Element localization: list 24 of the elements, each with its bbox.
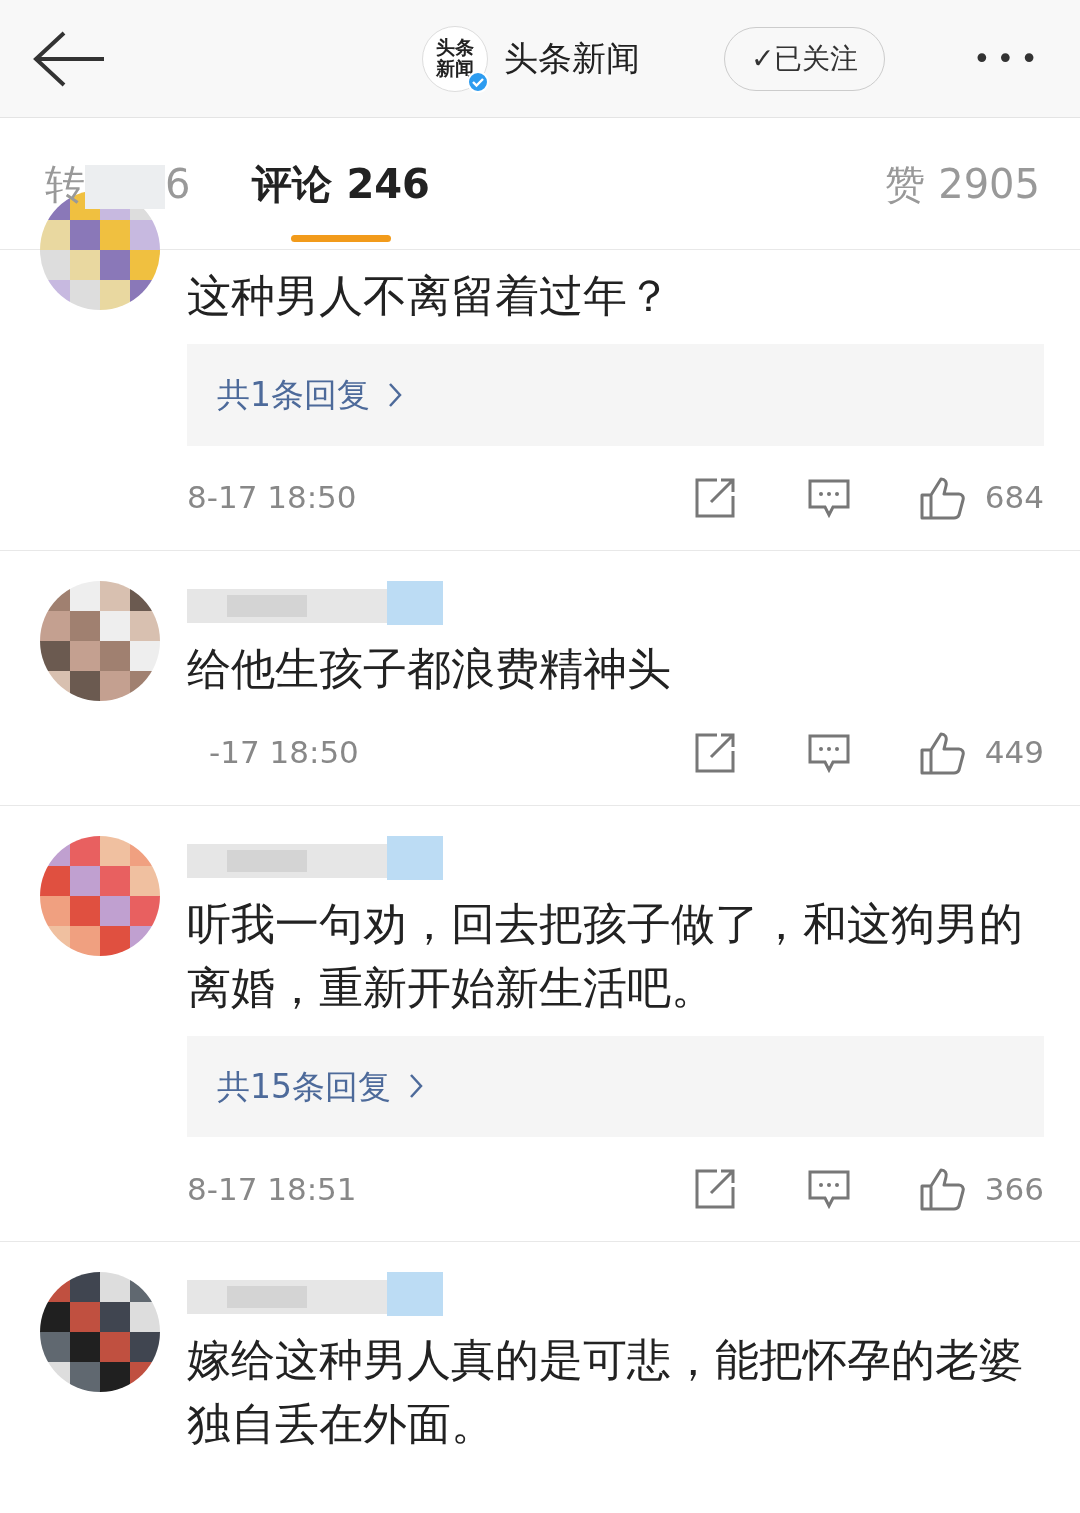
reply-count-link[interactable]: 共15条回复 [187, 1035, 1044, 1137]
like-count: 366 [984, 1169, 1044, 1209]
like-icon[interactable] [918, 1166, 967, 1212]
tab[interactable]: 赞 2905 [885, 117, 1040, 250]
chevron-icon [409, 1073, 423, 1100]
avatar[interactable] [40, 1272, 160, 1392]
more-button[interactable]: ••• [966, 35, 1050, 82]
avatar[interactable] [40, 580, 160, 701]
like-count: 449 [984, 733, 1044, 773]
logo: 头条新闻 [422, 25, 488, 92]
comment-text: 给他生孩子都浪费精神头 [187, 641, 672, 696]
chevron-icon [388, 381, 402, 408]
timestamp: -17 18:50 [208, 733, 359, 773]
reply-count-link[interactable]: 共1条回复 [187, 344, 1044, 446]
like-count: 684 [984, 478, 1044, 518]
timestamp: 8-17 18:51 [187, 1169, 357, 1209]
account-name: 头条新闻 [504, 37, 640, 80]
timestamp: 8-17 18:50 [187, 478, 357, 518]
tab[interactable]: 转 6 [45, 117, 191, 250]
comment-text: 听我一句劝，回去把孩子做了，和这狗男的离婚，重新开始新生活吧。 [187, 896, 1024, 1015]
tab[interactable]: 评论 246 [252, 117, 430, 250]
comment-text: 嫁给这种男人真的是可悲，能把怀孕的老婆独自丢在外面。 [187, 1333, 1024, 1451]
comment-text: 这种男人不离留着过年？ [187, 269, 672, 323]
follow-button[interactable]: ✓已关注 [724, 26, 886, 91]
